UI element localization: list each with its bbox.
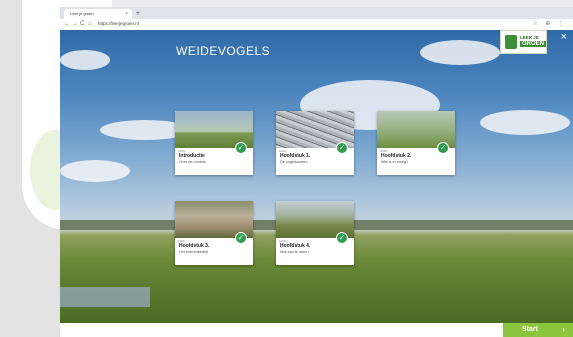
tab-title: Leer je groen [70,11,94,16]
logo-text-bottom: GROEN [520,41,547,47]
chevron-right-icon: › [562,325,565,334]
card-title: Hoofdstuk 1. [280,153,311,159]
url-input[interactable]: https://leerjegroen.nl [98,21,139,26]
module-card-hoofdstuk-2[interactable]: 100% Hoofdstuk 2. Wat is er nodig? ✓ [377,111,455,175]
cloud [60,160,130,182]
home-icon[interactable]: ⌂ [88,20,92,28]
module-card-hoofdstuk-4[interactable]: 100% Hoofdstuk 4. Wat kan ik doen? ✓ [276,201,354,265]
module-card-hoofdstuk-1[interactable]: 100% Hoofdstuk 1. De vogelsoorten ✓ [276,111,354,175]
reload-icon[interactable]: C [80,20,84,28]
card-subtitle: De vogelsoorten [280,160,308,164]
footer-bar [60,323,573,337]
card-title: Hoofdstuk 2. [381,153,412,159]
card-subtitle: Wat is er nodig? [381,160,409,164]
card-title: Introductie [179,153,205,159]
close-icon[interactable]: × [561,31,567,43]
browser-tab[interactable]: Leer je groen × [64,9,132,19]
cloud [480,110,570,135]
logo-mark-icon [505,35,517,49]
card-subtitle: Over de module [179,160,207,164]
start-button[interactable]: Start › [503,323,573,337]
card-subtitle: Het boerenbedrijf [179,250,209,254]
card-title: Hoofdstuk 4. [280,243,311,249]
logo-text-top: LEER JE [520,35,539,40]
cloud [60,50,110,70]
browser-menu-icons[interactable]: ☆ ⊕ ⋮ [532,20,567,27]
card-subtitle: Wat kan ik doen? [280,250,310,254]
browser-chrome: Leer je groen × + ← → C ⌂ https://leerje… [60,7,573,30]
address-bar-row: ← → C ⌂ https://leerjegroen.nl ☆ ⊕ ⋮ [60,19,573,30]
checkmark-icon: ✓ [336,232,348,244]
hero-background [60,30,573,323]
ditch-water [60,287,150,307]
logo: LEER JE GROEN [500,30,547,54]
page-title: WEIDEVOGELS [176,44,271,58]
checkmark-icon: ✓ [235,232,247,244]
checkmark-icon: ✓ [336,142,348,154]
back-icon[interactable]: ← [64,20,70,28]
module-card-introductie[interactable]: 100% Introductie Over de module ✓ [175,111,253,175]
start-label: Start [522,326,538,333]
card-title: Hoofdstuk 3. [179,243,210,249]
module-card-hoofdstuk-3[interactable]: 100% Hoofdstuk 3. Het boerenbedrijf ✓ [175,201,253,265]
new-tab-icon[interactable]: + [136,10,140,17]
checkmark-icon: ✓ [235,142,247,154]
tab-close-icon[interactable]: × [125,11,128,17]
checkmark-icon: ✓ [437,142,449,154]
forward-icon[interactable]: → [72,20,78,28]
